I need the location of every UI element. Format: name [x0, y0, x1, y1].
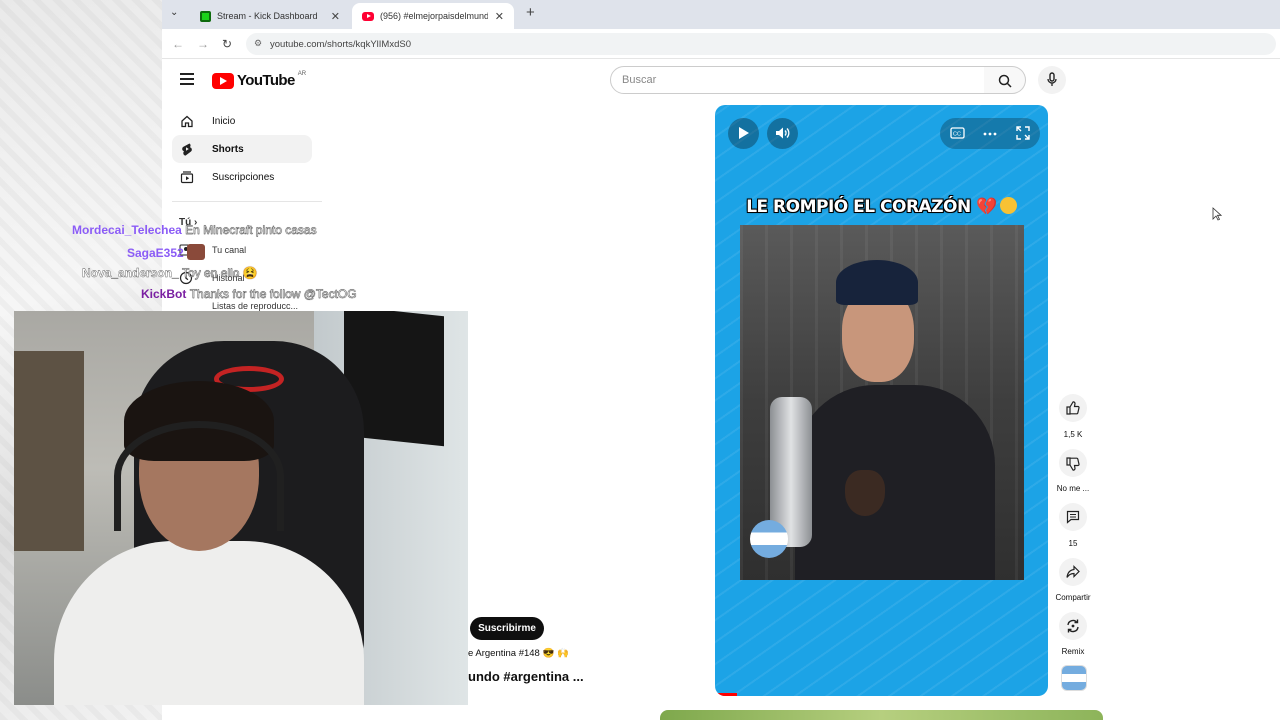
tab-kick-dashboard[interactable]: Stream - Kick Dashboard ✕ — [190, 3, 350, 29]
video-frame — [740, 225, 1024, 580]
bookshelf — [14, 351, 84, 551]
chat-username: KickBot — [141, 287, 187, 301]
dislike-button[interactable] — [1059, 449, 1087, 477]
chat-emote-icon — [187, 244, 206, 260]
share-icon — [1066, 565, 1080, 578]
dislike-label: No me ... — [1056, 484, 1090, 493]
chat-username: SagaE352 — [127, 246, 184, 260]
chat-message: KickBot Thanks for the follow @TectOG — [141, 287, 357, 301]
country-code: AR — [297, 70, 307, 77]
broken-heart-icon: 💔 — [976, 197, 997, 217]
remix-button[interactable] — [1059, 612, 1087, 640]
subscriptions-icon — [180, 171, 194, 184]
play-button[interactable] — [728, 118, 759, 149]
forward-arrow-icon[interactable]: → — [197, 37, 209, 51]
fullscreen-icon[interactable] — [1016, 126, 1030, 140]
comment-icon — [1066, 510, 1080, 524]
search-button[interactable] — [984, 66, 1026, 94]
sidebar-item-label: Shorts — [212, 143, 244, 155]
like-count: 1,5 K — [1063, 430, 1083, 439]
browser-tab-bar: ⌄ Stream - Kick Dashboard ✕ (956) #elmej… — [162, 0, 1280, 29]
volume-button[interactable] — [767, 118, 798, 149]
site-info-icon[interactable]: ⚙ — [254, 38, 262, 49]
tab-search-chevron-icon[interactable]: ⌄ — [170, 7, 178, 18]
caption-text: LE ROMPIÓ EL CORAZÓN — [746, 197, 971, 217]
sidebar-item-suscripciones[interactable]: Suscripciones — [172, 163, 312, 191]
sidebar-item-inicio[interactable]: Inicio — [172, 107, 312, 135]
url-field[interactable]: ⚙ youtube.com/shorts/kqkYlIMxdS0 — [246, 33, 1276, 55]
sidebar-item-shorts[interactable]: Shorts — [172, 135, 312, 163]
share-label: Compartir — [1055, 593, 1091, 602]
tab-youtube-short[interactable]: (956) #elmejorpaisdelmundo # ✕ — [352, 3, 514, 29]
video-hashtags[interactable]: e Argentina #148 😎 🙌 — [468, 648, 569, 659]
sidebar-divider — [172, 201, 322, 202]
tab-title: (956) #elmejorpaisdelmundo # — [380, 11, 488, 21]
mouse-cursor-icon — [1212, 207, 1222, 221]
microphone-icon — [1047, 72, 1057, 86]
chat-message: Nova_anderson_ Toy en ello 😫 — [82, 266, 258, 280]
headset — [114, 421, 284, 531]
search-input[interactable]: Buscar — [610, 66, 985, 94]
video-caption: LE ROMPIÓ EL CORAZÓN 💔 — [715, 197, 1048, 217]
mate-cup — [845, 470, 885, 516]
argentina-flag-sticker — [750, 520, 788, 558]
back-arrow-icon[interactable]: ← — [172, 37, 184, 51]
sidebar-item-tu-canal[interactable]: Tu canal — [212, 245, 246, 255]
more-options-icon[interactable] — [983, 132, 997, 136]
smile-emoji-icon — [999, 197, 1017, 214]
video-title[interactable]: undo #argentina ... — [468, 669, 584, 684]
thumbs-down-icon — [1066, 457, 1080, 471]
comment-count: 15 — [1068, 539, 1078, 548]
remix-label: Remix — [1061, 647, 1085, 656]
chat-text: Thanks for the follow @TectOG — [189, 287, 357, 301]
captions-icon[interactable]: CC — [950, 127, 965, 139]
channel-avatar[interactable] — [1061, 665, 1087, 691]
shorts-icon — [182, 143, 192, 156]
person-shirt — [795, 385, 995, 580]
home-icon — [181, 115, 193, 128]
chat-message: Mordecai_Telechea En Minecraft pinto cas… — [72, 223, 317, 237]
thumbs-up-icon — [1066, 401, 1080, 415]
play-icon — [739, 127, 749, 139]
person-cap — [836, 260, 918, 305]
youtube-play-logo-icon — [212, 72, 234, 89]
search-icon — [998, 74, 1012, 88]
sidebar-item-label: Inicio — [212, 115, 236, 127]
sidebar-item-playlists[interactable]: Listas de reproducc... — [212, 301, 298, 311]
webcam-feed — [14, 311, 468, 705]
close-tab-icon[interactable]: ✕ — [331, 10, 340, 23]
shorts-player[interactable]: CC LE ROMPIÓ EL CORAZÓN 💔 — [715, 105, 1048, 696]
youtube-icon — [362, 11, 374, 21]
address-bar-row: ← → ↻ ⚙ youtube.com/shorts/kqkYlIMxdS0 — [162, 29, 1280, 59]
reload-icon[interactable]: ↻ — [222, 37, 232, 51]
chat-text: Toy en ello 😫 — [182, 266, 258, 280]
youtube-logo[interactable]: YouTube AR — [212, 70, 307, 89]
close-tab-icon[interactable]: ✕ — [495, 10, 504, 23]
url-text: youtube.com/shorts/kqkYlIMxdS0 — [270, 38, 411, 50]
svg-text:CC: CC — [953, 132, 961, 138]
video-progress-bar[interactable] — [715, 693, 737, 696]
comments-button[interactable] — [1059, 503, 1087, 531]
chat-username: Nova_anderson_ — [82, 266, 179, 280]
volume-icon — [776, 127, 790, 139]
new-tab-plus-icon[interactable]: + — [526, 4, 535, 21]
remix-icon — [1067, 619, 1079, 633]
chat-text: En Minecraft pinto casas — [185, 223, 317, 237]
chat-message: SagaE352 — [127, 244, 206, 260]
tab-title: Stream - Kick Dashboard — [217, 11, 318, 21]
menu-hamburger-icon[interactable] — [180, 73, 194, 85]
next-short-preview[interactable] — [660, 710, 1103, 720]
subscribe-button[interactable]: Suscribirme — [470, 617, 544, 640]
logo-word: YouTube — [237, 72, 295, 89]
kick-icon — [200, 10, 211, 22]
share-button[interactable] — [1059, 558, 1087, 586]
chat-username: Mordecai_Telechea — [72, 223, 182, 237]
voice-search-button[interactable] — [1038, 66, 1066, 94]
player-controls-right: CC — [940, 118, 1040, 149]
like-button[interactable] — [1059, 394, 1087, 422]
streamer-shirt — [54, 541, 364, 705]
sidebar-item-label: Suscripciones — [212, 171, 275, 183]
